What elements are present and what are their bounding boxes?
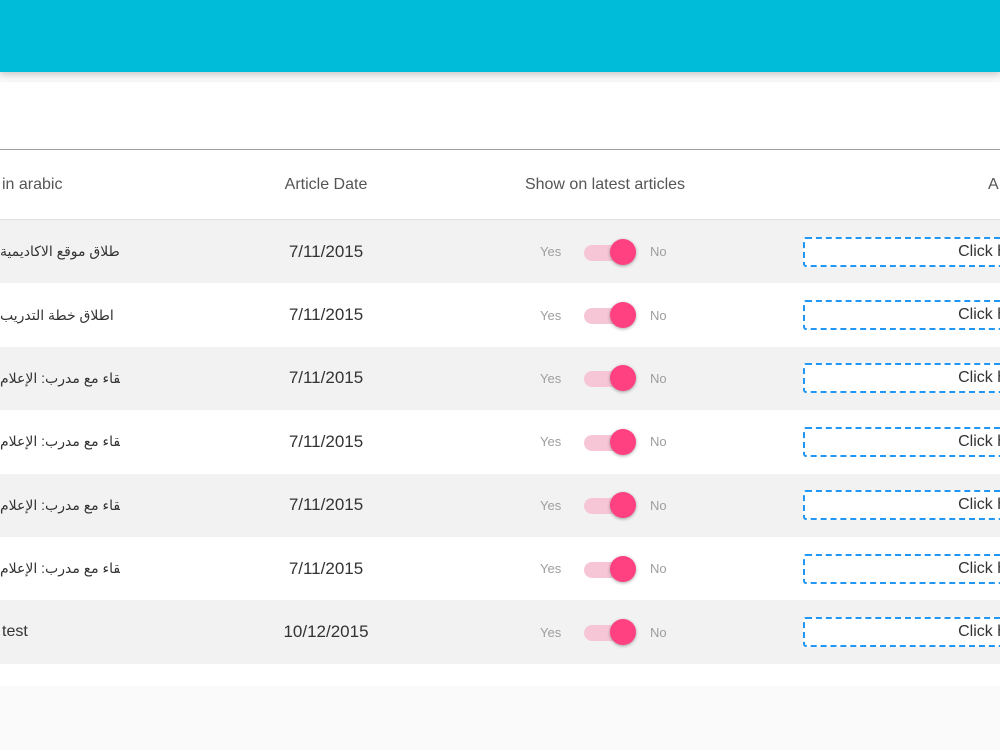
show-latest-toggle-group: Yes No [540,537,667,600]
toggle-no-label: No [650,307,667,323]
show-latest-switch[interactable] [584,618,636,646]
article-date: 7/11/2015 [288,305,364,325]
toggle-yes-label: Yes [540,307,562,323]
show-latest-switch[interactable] [584,428,636,456]
article-date: 7/11/2015 [288,241,364,261]
article-date: 7/11/2015 [288,495,364,515]
toggle-yes-label: Yes [540,497,562,513]
click-here-button[interactable]: Click he [803,553,1000,584]
click-here-button[interactable]: Click he [803,236,1000,267]
switch-knob[interactable] [610,428,636,455]
toggle-no-label: No [650,244,667,260]
toggle-no-label: No [650,561,667,577]
page-background [0,686,1000,750]
table-row: اطلاق خطة التدريب 7/11/2015 Yes No Click… [0,283,1000,347]
column-header-show-latest[interactable]: Show on latest articles [525,150,685,219]
click-here-button[interactable]: Click he [803,426,1000,457]
click-here-button[interactable]: Click he [803,300,1000,331]
toggle-yes-label: Yes [540,561,562,577]
table-row: test 10/12/2015 Yes No Click he [0,600,1000,664]
table-row: لقاء مع مدرب: الإعلام 7/11/2015 Yes No C… [0,346,1000,411]
action-cell: Click he [803,283,1000,346]
table-body: تم اطلاق موقع الاكاديمية 7/11/2015 Yes N… [0,220,1000,664]
action-cell: Click he [803,537,1000,600]
show-latest-toggle-group: Yes No [540,474,667,537]
show-latest-toggle-group: Yes No [540,220,667,283]
table-row: لقاء مع مدرب: الإعلام 7/11/2015 Yes No C… [0,536,1000,601]
switch-knob[interactable] [610,365,636,392]
column-header-title[interactable]: in arabic [2,150,62,219]
table-header: in arabic Article Date Show on latest ar… [0,150,1000,220]
toggle-yes-label: Yes [540,624,562,640]
action-cell: Click he [803,347,1000,410]
article-date: 10/12/2015 [283,622,369,642]
switch-knob[interactable] [610,302,636,329]
show-latest-toggle-group: Yes No [540,600,667,663]
action-cell: Click he [803,600,1000,663]
show-latest-switch[interactable] [584,364,636,392]
articles-card: in arabic Article Date Show on latest ar… [0,82,1000,686]
article-title: لقاء مع مدرب: الإعلام [0,433,120,450]
article-title: اطلاق خطة التدريب [0,306,114,323]
show-latest-switch[interactable] [584,555,636,583]
click-here-button[interactable]: Click he [803,363,1000,394]
column-header-date[interactable]: Article Date [285,150,368,219]
article-title: تم اطلاق موقع الاكاديمية [0,243,120,260]
article-title: test [2,623,28,641]
switch-knob[interactable] [610,492,636,519]
app-header-bar [0,0,1000,72]
table-row: لقاء مع مدرب: الإعلام 7/11/2015 Yes No C… [0,473,1000,537]
table-row: تم اطلاق موقع الاكاديمية 7/11/2015 Yes N… [0,220,1000,284]
show-latest-switch[interactable] [584,301,636,329]
switch-knob[interactable] [610,555,636,582]
column-header-action[interactable]: A [988,150,999,219]
show-latest-switch[interactable] [584,238,636,266]
switch-knob[interactable] [610,238,636,265]
articles-table: in arabic Article Date Show on latest ar… [0,149,1000,664]
table-row: لقاء مع مدرب: الإعلام 7/11/2015 Yes No C… [0,410,1000,474]
show-latest-toggle-group: Yes No [540,347,667,410]
click-here-button[interactable]: Click he [803,490,1000,521]
show-latest-toggle-group: Yes No [540,283,667,346]
action-cell: Click he [803,220,1000,283]
click-here-button[interactable]: Click he [803,617,1000,648]
toggle-yes-label: Yes [540,434,562,450]
toggle-yes-label: Yes [540,244,562,260]
show-latest-toggle-group: Yes No [540,410,667,473]
toggle-no-label: No [650,497,667,513]
toggle-no-label: No [650,624,667,640]
toggle-no-label: No [650,370,667,386]
article-title: لقاء مع مدرب: الإعلام [0,496,120,513]
article-title: لقاء مع مدرب: الإعلام [0,560,120,577]
toggle-yes-label: Yes [540,370,562,386]
article-title: لقاء مع مدرب: الإعلام [0,369,120,386]
switch-knob[interactable] [610,619,636,646]
article-date: 7/11/2015 [288,558,364,578]
article-date: 7/11/2015 [288,368,364,388]
action-cell: Click he [803,474,1000,537]
toggle-no-label: No [650,434,667,450]
show-latest-switch[interactable] [584,491,636,519]
action-cell: Click he [803,410,1000,473]
article-date: 7/11/2015 [288,431,364,451]
